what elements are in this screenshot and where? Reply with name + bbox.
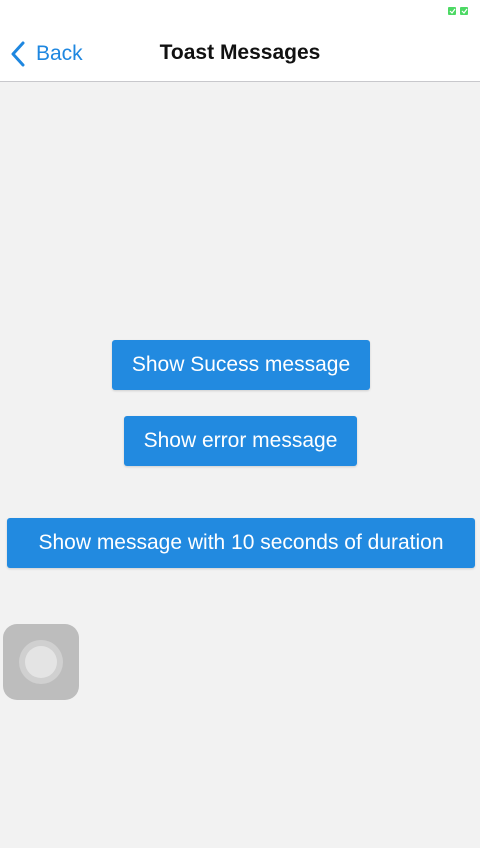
page-title: Toast Messages (159, 41, 321, 64)
show-success-button[interactable]: Show Sucess message (112, 340, 370, 390)
show-error-button[interactable]: Show error message (124, 416, 357, 466)
assistive-touch-core (25, 646, 57, 678)
assistive-touch-icon[interactable] (3, 624, 79, 700)
main-content: Show Sucess message Show error message S… (0, 82, 480, 848)
status-bar (0, 0, 480, 28)
status-indicator-icon (448, 7, 468, 15)
navigation-bar: Back Toast Messages (0, 28, 480, 82)
assistive-touch-ring (19, 640, 63, 684)
show-duration-button[interactable]: Show message with 10 seconds of duration (7, 518, 475, 568)
